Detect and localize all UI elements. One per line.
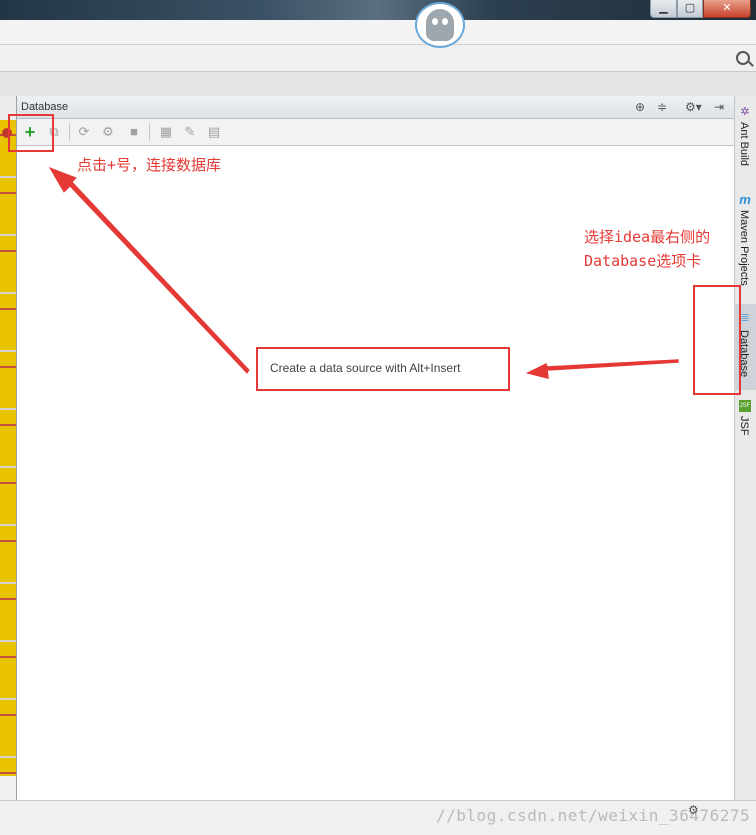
minimize-button[interactable]: ▁ bbox=[650, 0, 677, 18]
annotation-box-database-tab bbox=[693, 285, 741, 395]
hide-panel-icon[interactable]: ⇥ bbox=[714, 100, 724, 114]
gutter-footer bbox=[0, 776, 17, 800]
annotation-tab-hint-line1: 选择idea最右侧的 bbox=[584, 228, 711, 246]
close-button[interactable]: ✕ bbox=[703, 0, 751, 18]
app-logo bbox=[415, 2, 465, 48]
maven-icon: m bbox=[739, 192, 751, 207]
jsf-icon: JSF bbox=[739, 400, 751, 412]
tab-label: Ant Build bbox=[738, 122, 750, 167]
watermark-text: //blog.csdn.net/weixin_36476275 bbox=[436, 806, 751, 825]
annotation-add-hint: 点击+号，连接数据库 bbox=[77, 156, 222, 174]
database-panel-title: Database bbox=[21, 101, 69, 113]
tab-ant-build[interactable]: ✲ Ant Build bbox=[734, 100, 756, 178]
empty-state-message: Create a data source with Alt+Insert bbox=[270, 361, 461, 375]
panel-settings-icon[interactable]: ⚙▾ bbox=[685, 100, 702, 114]
edit-source-icon[interactable]: ✎ bbox=[181, 123, 199, 141]
window-title-bar bbox=[0, 0, 756, 20]
ant-icon: ✲ bbox=[740, 106, 750, 118]
tab-jsf[interactable]: JSF JSF bbox=[734, 396, 756, 436]
refresh-icon[interactable]: ⟳ bbox=[75, 123, 93, 141]
tab-label: JSF bbox=[738, 416, 750, 436]
annotation-box-add-button bbox=[8, 114, 54, 152]
annotation-tab-hint-line2: Database选项卡 bbox=[584, 252, 702, 270]
database-panel-header: Database ⊕ ≑ ⚙▾ ⇥ bbox=[17, 96, 734, 119]
table-editor-icon[interactable]: ▦ bbox=[157, 123, 175, 141]
collapse-all-icon[interactable]: ≑ bbox=[657, 100, 667, 114]
navigation-bar bbox=[0, 45, 756, 72]
maximize-button[interactable]: ▢ bbox=[677, 0, 703, 18]
properties-icon[interactable]: ⚙ bbox=[99, 123, 117, 141]
target-icon[interactable]: ⊕ bbox=[635, 100, 645, 114]
logo-head bbox=[426, 9, 454, 41]
database-toolbar: + ⧉ ⟳ ⚙ ■ ▦ ✎ ▤ bbox=[17, 119, 734, 146]
empty-state-highlight: Create a data source with Alt+Insert bbox=[256, 347, 510, 391]
logo-eye-right bbox=[442, 18, 448, 25]
editor-tab-bar bbox=[0, 72, 756, 97]
menu-bar bbox=[0, 20, 756, 45]
editor-gutter-markers bbox=[0, 96, 17, 776]
stop-icon[interactable]: ■ bbox=[125, 123, 143, 141]
toolbar-separator bbox=[69, 123, 70, 141]
tab-maven-projects[interactable]: m Maven Projects bbox=[734, 190, 756, 292]
logo-eye-left bbox=[432, 18, 438, 25]
toolbar-separator bbox=[149, 123, 150, 141]
search-icon[interactable] bbox=[736, 51, 750, 65]
console-icon[interactable]: ▤ bbox=[205, 123, 223, 141]
tab-label: Maven Projects bbox=[738, 210, 750, 286]
